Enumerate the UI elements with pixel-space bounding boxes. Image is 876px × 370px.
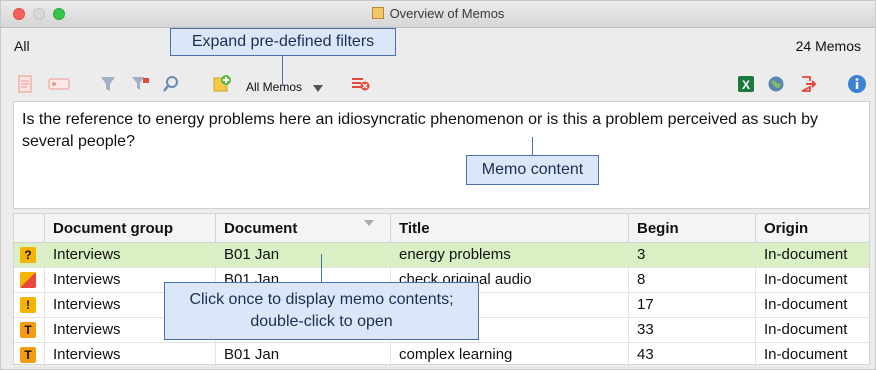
cell-memo-type[interactable]: T [14,318,44,342]
column-header-document-label: Document [224,220,298,237]
callout-click-connector [321,254,322,282]
callout-memo-content: Memo content [466,155,599,185]
callout-memo-content-text: Memo content [481,161,584,178]
cell-origin[interactable]: In-document [755,318,869,342]
search-icon[interactable] [161,73,181,95]
table-icon [371,7,384,19]
memo-filter-select[interactable]: All Memos [246,80,302,94]
cell-title[interactable]: complex learning [390,343,628,367]
callout-expand-filters: Expand pre-defined filters [170,28,396,56]
question-memo-icon: ? [20,247,36,263]
cell-begin[interactable]: 43 [628,343,755,367]
callout-click-line1: Click once to display memo contents; [189,291,454,308]
info-icon[interactable] [847,73,867,95]
cell-memo-type[interactable]: ? [14,243,44,267]
memo-count: 24 Memos [795,38,861,54]
memo-doc-icon[interactable] [15,73,35,95]
cell-begin[interactable]: 8 [628,268,755,292]
callout-expand-filters-text: Expand pre-defined filters [191,33,375,50]
new-memo-icon[interactable] [212,73,232,95]
filter-icon[interactable] [98,73,118,95]
cell-begin[interactable]: 33 [628,318,755,342]
cell-document[interactable]: B01 Jan [215,243,390,267]
delete-memo-icon[interactable] [350,73,370,95]
column-header-origin[interactable]: Origin [755,214,869,242]
window-title: Overview of Memos [389,6,505,21]
callout-filters-connector [282,56,283,86]
cell-document[interactable]: B01 Jan [215,343,390,367]
column-header-document[interactable]: Document [215,214,390,242]
cell-origin[interactable]: In-document [755,243,869,267]
cell-title[interactable]: energy problems [390,243,628,267]
memo-content-pane[interactable]: Is the reference to energy problems here… [13,101,870,209]
cell-memo-type[interactable]: T [14,343,44,367]
table-header: Document group Document Title Begin Orig… [14,214,869,243]
flag-memo-icon [20,272,36,288]
theory-memo-icon: T [20,322,36,338]
column-header-type[interactable] [14,214,44,242]
table-row[interactable]: T Interviews B01 Jan complex learning 43 In-d… [14,343,869,368]
cell-document-group[interactable]: Interviews [44,243,215,267]
cell-begin[interactable]: 3 [628,243,755,267]
toolbar: All Memos X [1,69,875,101]
cell-origin[interactable]: In-document [755,293,869,317]
filter-flag-icon[interactable] [130,73,150,95]
title-bar[interactable]: Overview of Memos [1,1,875,28]
excel-export-icon[interactable]: X [736,73,756,95]
cell-origin[interactable]: In-document [755,268,869,292]
filter-label: All [14,38,30,54]
cell-origin[interactable]: In-document [755,343,869,367]
column-header-title[interactable]: Title [390,214,628,242]
cell-begin[interactable]: 17 [628,293,755,317]
callout-click-line2: double-click to open [250,313,393,330]
callout-click-hint: Click once to display memo contents; dou… [164,282,479,340]
exit-icon[interactable] [798,73,818,95]
memo-overview-window: Overview of Memos All 24 Memos All Memos… [0,0,876,370]
sort-indicator-icon [364,220,374,226]
memo-text[interactable]: Is the reference to energy problems here… [22,109,862,153]
theory-memo-icon: T [20,347,36,363]
cell-memo-type[interactable] [14,268,44,292]
memo-tag-icon[interactable] [47,73,71,95]
chevron-down-icon[interactable] [313,85,323,92]
callout-memo-connector [532,137,533,155]
table-row[interactable]: ? Interviews B01 Jan energy problems 3 In-doc… [14,243,869,268]
cell-document-group[interactable]: Interviews [44,343,215,367]
window-title-wrap: Overview of Memos [1,6,875,21]
web-export-icon[interactable] [766,73,786,95]
svg-text:X: X [742,78,750,92]
exclamation-memo-icon: ! [20,297,36,313]
cell-memo-type[interactable]: ! [14,293,44,317]
column-header-begin[interactable]: Begin [628,214,755,242]
column-header-document-group[interactable]: Document group [44,214,215,242]
